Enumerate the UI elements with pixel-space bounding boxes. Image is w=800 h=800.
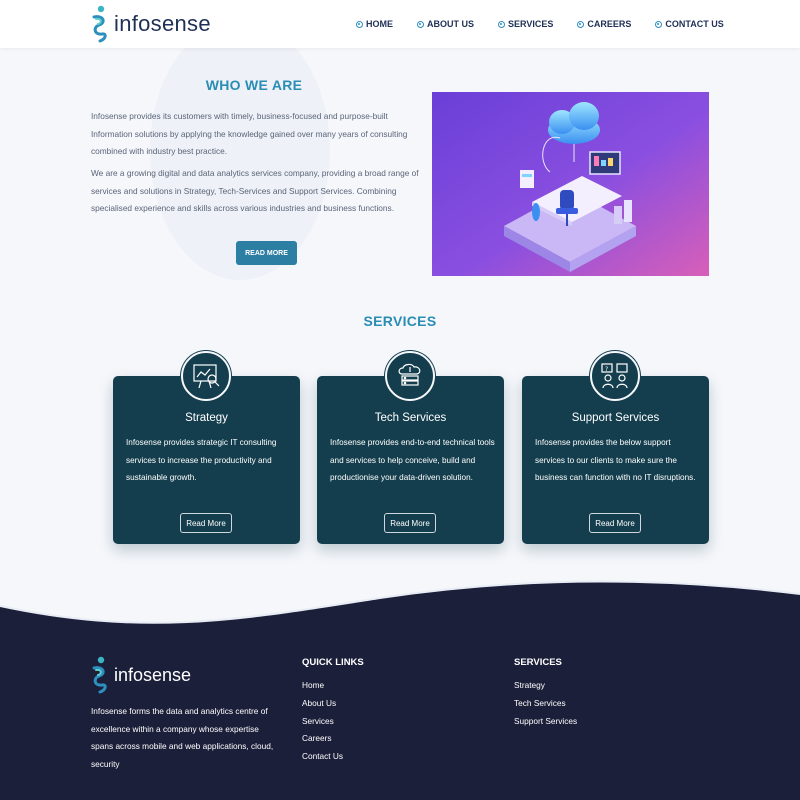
service-card-tech: Tech Services Infosense provides end-to-… bbox=[317, 351, 504, 544]
quick-links-list: Home About Us Services Careers Contact U… bbox=[302, 677, 343, 766]
card-description: Infosense provides end-to-end technical … bbox=[330, 438, 495, 482]
read-more-button[interactable]: READ MORE bbox=[236, 241, 297, 265]
cloud-server-icon bbox=[385, 351, 435, 401]
svg-text:?: ? bbox=[605, 366, 608, 373]
infosense-logo-icon bbox=[92, 5, 107, 43]
card-description: Infosense provides the below support ser… bbox=[535, 438, 696, 482]
nav-bullet-icon bbox=[417, 20, 424, 28]
nav-bullet-icon bbox=[577, 20, 585, 28]
brand-name: infosense bbox=[114, 11, 211, 36]
nav-careers[interactable]: CAREERS bbox=[577, 19, 631, 29]
strategy-read-more-button[interactable]: Read More bbox=[180, 513, 232, 533]
footer-brand-name: infosense bbox=[114, 664, 192, 685]
footer-about-text: Infosense forms the data and analytics c… bbox=[91, 706, 274, 769]
service-card-strategy: Strategy Infosense provides strategic IT… bbox=[113, 351, 300, 544]
quick-links-title: QUICK LINKS bbox=[302, 657, 364, 668]
brand-logo[interactable]: infosense bbox=[90, 5, 211, 43]
footer-link-contact-us[interactable]: Contact Us bbox=[302, 748, 343, 766]
support-team-icon: ? bbox=[590, 351, 640, 401]
card-title: Tech Services bbox=[374, 412, 447, 424]
main-nav: HOME ABOUT US SERVICES CAREERS CONTACT U… bbox=[356, 0, 748, 48]
nav-label: SERVICES bbox=[508, 19, 554, 29]
who-we-are-title: WHO WE ARE bbox=[205, 77, 303, 93]
nav-bullet-icon bbox=[498, 20, 505, 28]
nav-about-us[interactable]: ABOUT US bbox=[417, 19, 474, 29]
support-read-more-button[interactable]: Read More bbox=[589, 513, 641, 533]
hero-illustration bbox=[432, 92, 709, 276]
nav-bullet-icon bbox=[655, 20, 663, 28]
who-paragraph-1: Infosense provides its customers with ti… bbox=[91, 111, 408, 156]
footer-link-support-services[interactable]: Support Services bbox=[514, 713, 577, 731]
card-description: Infosense provides strategic IT consulti… bbox=[126, 438, 277, 482]
services-title: SERVICES bbox=[363, 313, 437, 329]
nav-label: CAREERS bbox=[587, 19, 632, 29]
footer-link-careers[interactable]: Careers bbox=[302, 730, 343, 748]
nav-contact-us[interactable]: CONTACT US bbox=[655, 19, 724, 29]
footer-link-services[interactable]: Services bbox=[302, 713, 343, 731]
footer-link-home[interactable]: Home bbox=[302, 677, 343, 695]
footer-link-tech-services[interactable]: Tech Services bbox=[514, 695, 577, 713]
tech-read-more-button[interactable]: Read More bbox=[384, 513, 436, 533]
nav-bullet-icon bbox=[356, 20, 363, 28]
card-title: Strategy bbox=[185, 412, 228, 424]
footer-services-list: Strategy Tech Services Support Services bbox=[514, 677, 577, 730]
service-card-support: ? Support Services Infosense provides th… bbox=[522, 351, 709, 544]
who-paragraph-2: We are a growing digital and data analyt… bbox=[91, 168, 419, 213]
strategy-chart-icon bbox=[181, 351, 231, 401]
nav-services[interactable]: SERVICES bbox=[498, 19, 553, 29]
infosense-logo-icon bbox=[92, 656, 107, 694]
footer-logo[interactable]: infosense bbox=[90, 655, 191, 695]
nav-home[interactable]: HOME bbox=[356, 19, 393, 29]
nav-label: CONTACT US bbox=[665, 19, 724, 29]
site-header: infosense HOME ABOUT US SERVICES CAREERS… bbox=[0, 0, 800, 48]
card-title: Support Services bbox=[571, 412, 660, 424]
footer-link-about-us[interactable]: About Us bbox=[302, 695, 343, 713]
nav-label: HOME bbox=[366, 19, 393, 29]
nav-label: ABOUT US bbox=[427, 19, 474, 29]
footer-link-strategy[interactable]: Strategy bbox=[514, 677, 577, 695]
footer-services-title: SERVICES bbox=[514, 657, 562, 668]
